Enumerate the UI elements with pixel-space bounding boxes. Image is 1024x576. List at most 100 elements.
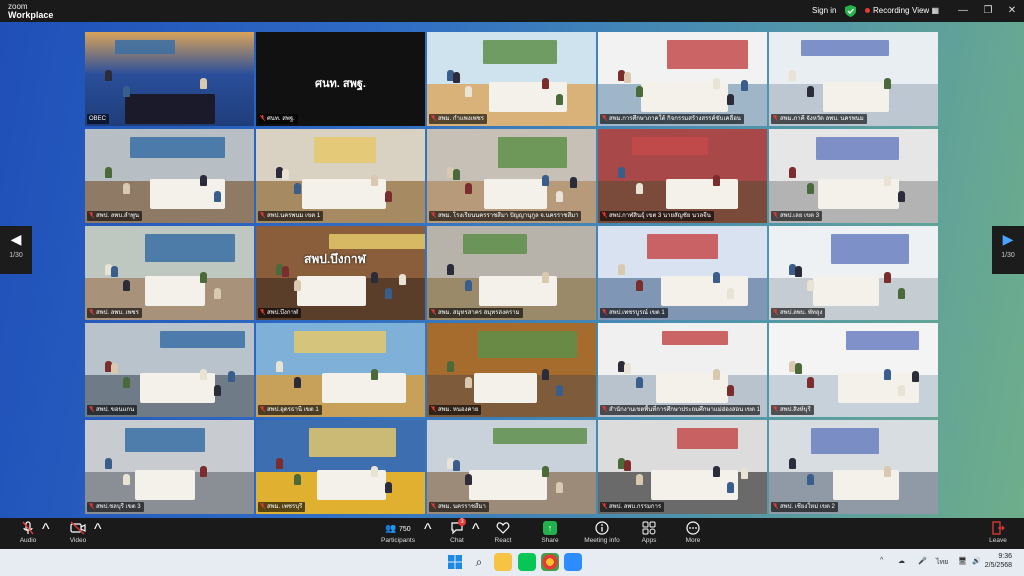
audio-label: Audio: [19, 537, 37, 544]
chevron-up-icon[interactable]: ^: [880, 557, 883, 564]
muted-mic-icon: [602, 212, 607, 218]
video-tile[interactable]: สพม.การศึกษาภาคใต้ กิจกรรมสร้างสรรค์ขับเ…: [598, 32, 767, 126]
meeting-info-label: Meeting info: [584, 537, 620, 544]
video-feed: [427, 323, 596, 417]
participant-name-label: สพป. ลพบ.กรรมการ: [600, 502, 665, 512]
video-tile[interactable]: สพป.บึงกาฬ สพป.บึงกาฬ: [256, 226, 425, 320]
participant-person: [123, 86, 130, 97]
zoom-app-icon[interactable]: [564, 553, 582, 571]
file-explorer-icon[interactable]: [494, 553, 512, 571]
prev-page-indicator: 1/30: [9, 252, 23, 259]
chat-options-caret-icon[interactable]: ^: [472, 521, 480, 547]
minimize-icon[interactable]: —: [955, 3, 971, 19]
audio-button[interactable]: Audio: [14, 521, 42, 547]
video-tile[interactable]: สพม. เพชรบุรี: [256, 420, 425, 514]
video-tile[interactable]: สพป. ลพบ.ลำพูน: [85, 129, 254, 223]
windows-start-icon[interactable]: [446, 553, 464, 571]
participant-person: [200, 369, 207, 380]
participant-person: [123, 280, 130, 291]
video-tile[interactable]: สำนักงานเขตพื้นที่การศึกษาประถมศึกษาแม่ฮ…: [598, 323, 767, 417]
video-tile[interactable]: สพป. เชียงใหม่ เขต 2: [769, 420, 938, 514]
video-tile[interactable]: ศนท. สพฐ. ศนท. สพฐ.: [256, 32, 425, 126]
react-button[interactable]: React: [490, 521, 516, 547]
view-button[interactable]: View ▦: [912, 4, 939, 18]
network-icon[interactable]: 🖥: [958, 557, 967, 565]
participant-name: สพม. หนองคาย: [438, 407, 479, 413]
next-page-button[interactable]: ▶ 1/30: [992, 226, 1024, 274]
video-tile[interactable]: สพป.ลพบ. พัทลุง: [769, 226, 938, 320]
participant-person: [276, 361, 283, 372]
video-button[interactable]: Video: [64, 521, 92, 547]
recording-label: Recording: [873, 6, 910, 15]
video-tile[interactable]: สพป.เพชรบูรณ์ เขต 1: [598, 226, 767, 320]
video-tile[interactable]: สพป.อุดรธานี เขต 1: [256, 323, 425, 417]
participants-button[interactable]: 👥 750 Participants: [378, 521, 418, 547]
muted-mic-icon: [89, 212, 94, 218]
participant-name: สพป. ลพบ.ลำพูน: [96, 213, 139, 219]
prev-page-button[interactable]: ◀ 1/30: [0, 226, 32, 274]
participant-person: [200, 175, 207, 186]
video-tile[interactable]: สพม. กำแพงเพชร: [427, 32, 596, 126]
more-button[interactable]: More: [680, 521, 706, 547]
participant-person: [789, 70, 796, 81]
video-tile[interactable]: สพป. ลพบ. เพชร: [85, 226, 254, 320]
participant-person: [385, 191, 392, 202]
line-app-icon[interactable]: [518, 553, 536, 571]
sign-in-button[interactable]: Sign in: [812, 4, 836, 18]
video-tile[interactable]: สพป.สิงห์บุรี: [769, 323, 938, 417]
participant-name-label: สพม.ภาคี จังหวัด ลพบ. นครพนม: [771, 114, 867, 124]
video-tile[interactable]: สพม. นครราชสีมา: [427, 420, 596, 514]
backdrop-banner: [314, 137, 376, 163]
video-tile[interactable]: สพป.กาฬสินธุ์ เขต 3 นายสัญชัย นวลจีน: [598, 129, 767, 223]
video-feed: [769, 420, 938, 514]
video-feed: [85, 420, 254, 514]
participant-person: [713, 466, 720, 477]
search-icon[interactable]: ⌕: [470, 553, 488, 571]
video-tile[interactable]: สพป. ขอนแกน: [85, 323, 254, 417]
participant-person: [465, 377, 472, 388]
video-tile[interactable]: สพป. ลพบ.กรรมการ: [598, 420, 767, 514]
language-indicator[interactable]: ไทย: [936, 557, 948, 568]
participant-person: [713, 78, 720, 89]
microphone-icon[interactable]: 🎤: [918, 557, 927, 565]
participant-name-label: สำนักงานเขตพื้นที่การศึกษาประถมศึกษาแม่ฮ…: [600, 405, 760, 415]
video-tile[interactable]: สพป.เลย เขต 3: [769, 129, 938, 223]
conference-table: [125, 94, 215, 124]
muted-mic-icon: [602, 309, 607, 315]
chrome-icon[interactable]: [541, 553, 559, 571]
close-icon[interactable]: ✕: [1004, 3, 1020, 19]
participant-person: [399, 274, 406, 285]
participant-person: [200, 466, 207, 477]
grid-icon: ▦: [931, 6, 939, 15]
audio-options-caret-icon[interactable]: ^: [42, 521, 50, 547]
video-tile[interactable]: สพม.ภาคี จังหวัด ลพบ. นครพนม: [769, 32, 938, 126]
video-options-caret-icon[interactable]: ^: [94, 521, 102, 547]
participant-person: [200, 272, 207, 283]
shield-check-icon[interactable]: [845, 4, 856, 18]
video-tile[interactable]: สพป.นครพนม เขต 1: [256, 129, 425, 223]
video-tile[interactable]: สพม. สมุทรสาคร สมุทรสงคราม: [427, 226, 596, 320]
video-tile[interactable]: สพม. โรงเรียนนครราชสีมา ปัญญานุกูล จ.นคร…: [427, 129, 596, 223]
video-feed: [598, 129, 767, 223]
participant-person: [636, 474, 643, 485]
muted-mic-icon: [89, 406, 94, 412]
participants-options-caret-icon[interactable]: ^: [424, 521, 432, 547]
meeting-info-button[interactable]: Meeting info: [582, 521, 622, 547]
leave-button[interactable]: Leave: [985, 521, 1011, 547]
volume-icon[interactable]: 🔊: [972, 557, 981, 565]
clock[interactable]: 9:36 2/5/2568: [985, 552, 1012, 570]
video-tile[interactable]: สพป.ชลบุรี เขต 3: [85, 420, 254, 514]
cloud-icon[interactable]: ☁: [898, 557, 905, 565]
participant-name-label: สพป. ขอนแกน: [87, 405, 138, 415]
backdrop-banner: [329, 234, 425, 249]
apps-button[interactable]: Apps: [636, 521, 662, 547]
participant-person: [282, 169, 289, 180]
video-tile[interactable]: สพม. หนองคาย: [427, 323, 596, 417]
restore-icon[interactable]: ❐: [980, 3, 996, 19]
share-button[interactable]: ↑ Share: [537, 521, 563, 547]
recording-indicator[interactable]: Recording: [865, 4, 909, 18]
video-tile[interactable]: OBEC: [85, 32, 254, 126]
participant-name: สพม. สมุทรสาคร สมุทรสงคราม: [438, 310, 520, 316]
muted-mic-icon: [89, 503, 94, 509]
chat-button[interactable]: 3 Chat: [444, 518, 470, 547]
